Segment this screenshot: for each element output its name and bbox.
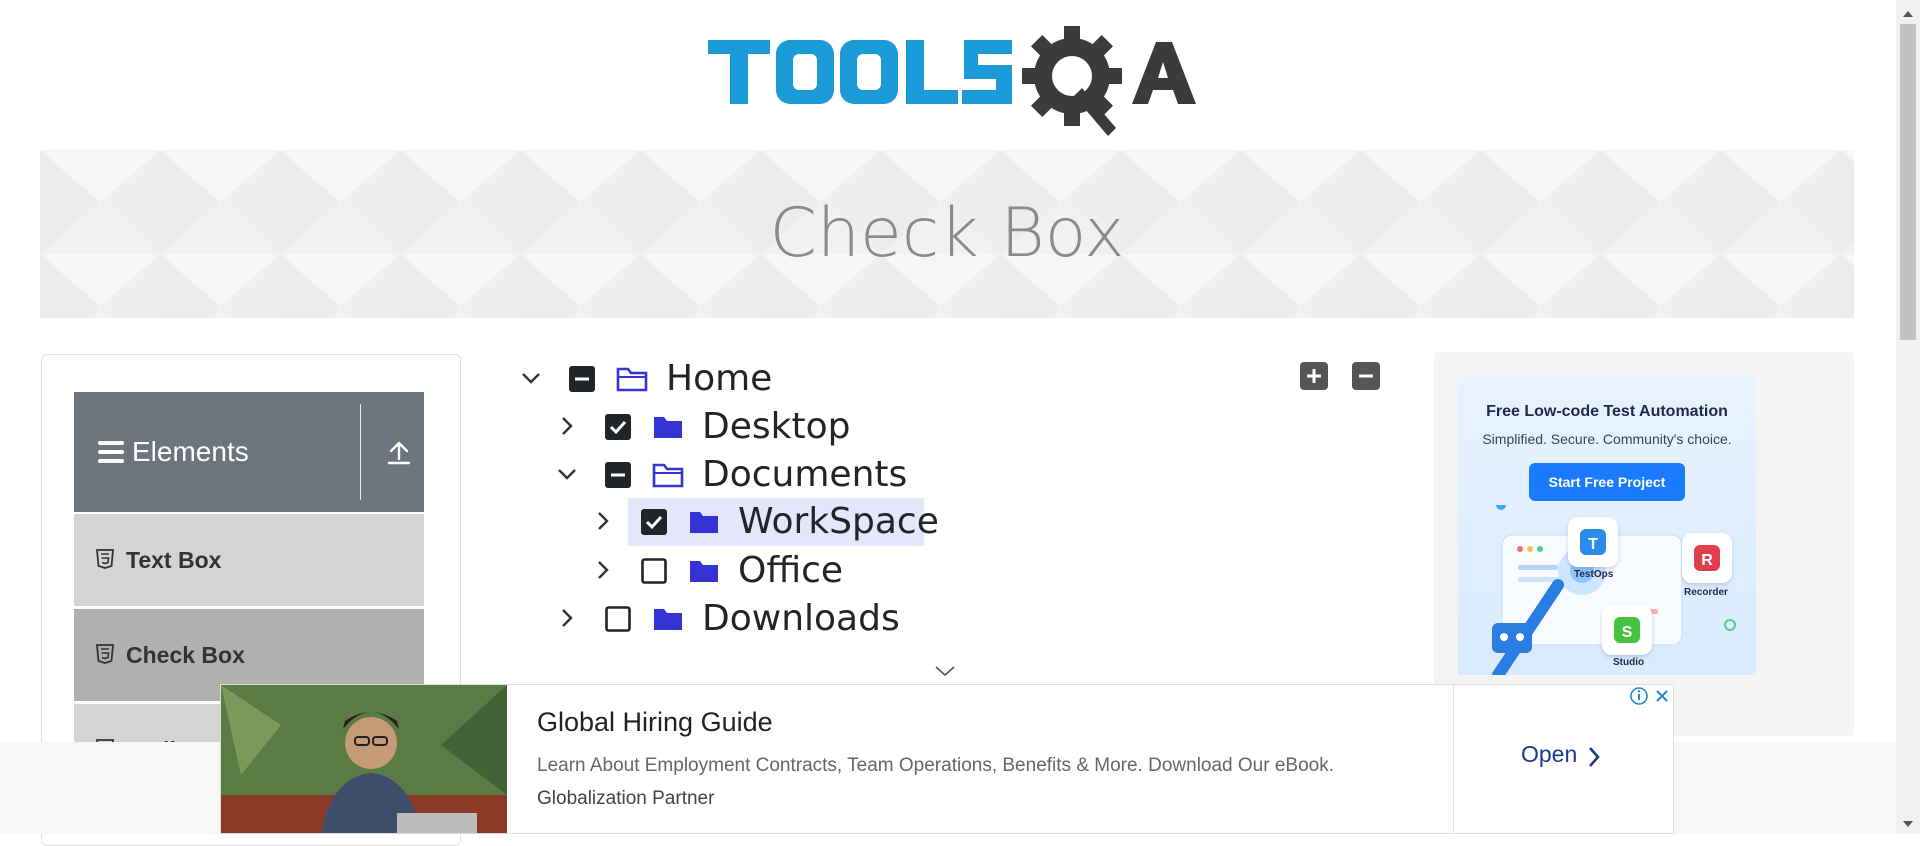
hamburger-icon [98, 441, 124, 463]
svg-text:T: T [1588, 536, 1598, 553]
collapse-all-button[interactable] [1352, 362, 1380, 390]
page-scrollbar[interactable] [1896, 0, 1920, 834]
right-ad[interactable]: Free Low-code Test Automation Simplified… [1458, 377, 1756, 675]
chevron-right-icon[interactable] [552, 405, 582, 449]
ad-close-icon[interactable] [1652, 686, 1672, 706]
tree-node-label[interactable]: Desktop [702, 405, 850, 449]
start-free-project-button[interactable]: Start Free Project [1529, 463, 1685, 501]
tree-node-office: Office [588, 549, 988, 593]
ad-photo [221, 685, 507, 833]
sidebar-group-title: Elements [132, 436, 249, 467]
tree-node-downloads: Downloads [552, 597, 952, 641]
chevron-right-icon[interactable] [1587, 745, 1601, 769]
sidebar-group-divider [360, 404, 361, 500]
chevron-down-icon[interactable] [552, 453, 582, 497]
page-title: Check Box [769, 194, 1125, 273]
toolsqa-logo[interactable] [700, 20, 1200, 140]
sidebar-item-label: Text Box [126, 547, 222, 573]
scroll-down-arrow-icon[interactable] [1902, 816, 1914, 827]
tree-node-home: Home [516, 357, 916, 401]
plus-icon [1307, 369, 1321, 383]
chevron-down-icon[interactable] [933, 664, 957, 678]
scroll-up-arrow-icon[interactable] [1902, 6, 1914, 17]
checkbox-unchecked[interactable] [641, 558, 667, 584]
ad-tile-label: Studio [1613, 657, 1645, 668]
tree-node-label[interactable]: Downloads [702, 597, 900, 641]
scrollbar-thumb[interactable] [1900, 24, 1916, 340]
ad-tile-label: TestOps [1574, 569, 1614, 580]
folder-icon [652, 413, 684, 441]
page-banner: Check Box [40, 150, 1854, 318]
ad-info-icon[interactable] [1629, 686, 1649, 706]
sidebar-group-elements[interactable]: Elements [74, 392, 424, 512]
tree-node-label[interactable]: Documents [702, 453, 907, 497]
recorder-tile: R [1682, 533, 1732, 583]
folder-open-icon [652, 461, 684, 489]
ad-open-button[interactable]: Open [1521, 741, 1577, 768]
tree-node-label[interactable]: WorkSpace [738, 500, 939, 544]
html5-icon [96, 644, 114, 664]
tree-node-documents: Documents [552, 453, 952, 497]
chevron-right-icon[interactable] [552, 597, 582, 641]
folder-icon [688, 557, 720, 585]
checkbox-partial[interactable] [605, 462, 631, 488]
ad-headline: Free Low-code Test Automation [1486, 403, 1728, 420]
folder-icon [652, 605, 684, 633]
chevron-down-icon[interactable] [516, 357, 546, 401]
chevron-right-icon[interactable] [588, 549, 618, 593]
tree-node-desktop: Desktop [552, 405, 952, 449]
folder-icon [688, 508, 720, 536]
chevron-right-icon[interactable] [588, 500, 618, 544]
collapse-upload-icon[interactable] [386, 439, 412, 467]
tree-node-workspace: WorkSpace [588, 500, 988, 544]
svg-text:S: S [1622, 624, 1633, 641]
studio-tile: S [1602, 605, 1652, 655]
checkbox-checked[interactable] [641, 509, 667, 535]
toolsqa-logo-graphic [708, 26, 1196, 136]
ad-subline: Simplified. Secure. Community's choice. [1482, 431, 1732, 447]
checkbox-unchecked[interactable] [605, 606, 631, 632]
checkbox-partial[interactable] [569, 366, 595, 392]
sidebar-item-text-box[interactable]: Text Box [74, 512, 424, 606]
checkbox-checked[interactable] [605, 414, 631, 440]
html5-icon [96, 549, 114, 569]
folder-open-icon [616, 365, 648, 393]
bottom-ad-banner[interactable]: Global Hiring Guide Learn About Employme… [220, 684, 1674, 834]
testops-tile: T [1568, 517, 1618, 567]
ad-tile-label: Recorder [1684, 587, 1728, 598]
tree-node-label[interactable]: Home [666, 357, 772, 401]
svg-text:R: R [1701, 552, 1713, 569]
tree-node-label[interactable]: Office [738, 549, 843, 593]
ad-divider [1453, 685, 1454, 833]
ad-title[interactable]: Global Hiring Guide [537, 707, 773, 738]
ad-brand: Globalization Partner [537, 788, 715, 809]
expand-all-button[interactable] [1300, 362, 1328, 390]
minus-icon [1359, 374, 1373, 378]
ad-description: Learn About Employment Contracts, Team O… [537, 755, 1334, 776]
